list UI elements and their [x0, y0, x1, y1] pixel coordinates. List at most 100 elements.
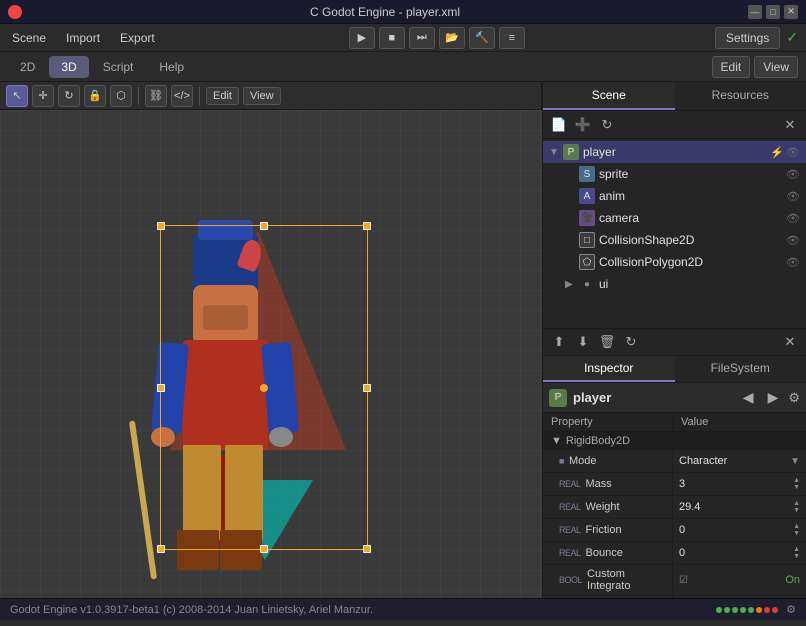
build-button[interactable]: 🔨 [469, 27, 495, 49]
window-title: C Godot Engine - player.xml [22, 5, 748, 19]
close-scene-btn[interactable]: ✕ [780, 332, 800, 352]
rigidbody2d-section[interactable]: ▼ RigidBody2D [543, 432, 806, 450]
value-custint: On [785, 574, 800, 586]
bounce-spinbox[interactable]: ▲ ▼ [793, 546, 800, 560]
scene-resource-tabs: Scene Resources [543, 82, 806, 111]
tree-item-anim[interactable]: A anim 👁 [543, 185, 806, 207]
dot-green [716, 607, 722, 613]
tree-item-camera[interactable]: 🎥 camera 👁 [543, 207, 806, 229]
play-button[interactable]: ▶ [349, 27, 375, 49]
friction-down[interactable]: ▼ [793, 530, 800, 537]
select-tool[interactable]: ↖ [6, 85, 28, 107]
dropdown-arrow[interactable]: ▼ [790, 456, 800, 467]
minimize-button[interactable]: — [748, 5, 762, 19]
friction-up[interactable]: ▲ [793, 523, 800, 530]
tree-item-sprite[interactable]: S sprite 👁 [543, 163, 806, 185]
status-bar: Godot Engine v1.0.3917-beta1 (c) 2008-20… [0, 598, 806, 620]
edit-menu[interactable]: Edit [712, 56, 751, 78]
scene-toolbar: 📄 ➕ ↻ ✕ [543, 111, 806, 139]
mass-spinbox[interactable]: ▲ ▼ [793, 477, 800, 491]
view-button[interactable]: View [243, 87, 281, 105]
friction-spinbox[interactable]: ▲ ▼ [793, 523, 800, 537]
tab-2d[interactable]: 2D [8, 56, 47, 78]
lock-tool[interactable]: 🔒 [84, 85, 106, 107]
toolbar-divider2 [199, 87, 200, 105]
dot-green5 [748, 607, 754, 613]
view-menu[interactable]: View [754, 56, 798, 78]
edit-button[interactable]: Edit [206, 87, 239, 105]
settings-button[interactable]: Settings [715, 27, 780, 49]
tab-help[interactable]: Help [147, 56, 196, 78]
eye-icon-sprite[interactable]: 👁 [786, 168, 800, 181]
mass-down[interactable]: ▼ [793, 484, 800, 491]
tab-script[interactable]: Script [91, 56, 146, 78]
tree-item-ui[interactable]: ▶ ● ui [543, 273, 806, 295]
label-custint: Custom Integrato [587, 568, 666, 592]
rotate-tool[interactable]: ↻ [58, 85, 80, 107]
status-gear-icon[interactable]: ⚙ [786, 603, 796, 616]
section-arrow: ▼ [551, 435, 562, 447]
bounce-up[interactable]: ▲ [793, 546, 800, 553]
char-hand-right [269, 427, 293, 447]
bounce-down[interactable]: ▼ [793, 553, 800, 560]
weight-down[interactable]: ▼ [793, 507, 800, 514]
tree-arrow-ui: ▶ [565, 279, 575, 290]
move-down-btn[interactable]: ⬇ [573, 332, 593, 352]
value-mass: 3 [679, 478, 685, 490]
eye-icon-cpoly[interactable]: 👁 [786, 256, 800, 269]
open-button[interactable]: 📂 [439, 27, 465, 49]
move-up-btn[interactable]: ⬆ [549, 332, 569, 352]
gear-icon[interactable]: ⚙ [788, 390, 800, 406]
add-node-btn[interactable]: ➕ [573, 115, 593, 135]
dot-orange [756, 607, 762, 613]
right-panel: Scene Resources 📄 ➕ ↻ ✕ ▼ P player ⚡ 👁 [542, 82, 806, 598]
left-panel: ↖ ✛ ↻ 🔒 ⬡ ⛓ </> Edit View [0, 82, 542, 598]
tree-label-camera: camera [599, 211, 782, 225]
eye-icon-anim[interactable]: 👁 [786, 190, 800, 203]
custint-toggle-off[interactable]: ☑ [679, 575, 688, 586]
dot-green2 [724, 607, 730, 613]
app-icon [8, 5, 22, 19]
unlink-tool[interactable]: ⬡ [110, 85, 132, 107]
menu-button[interactable]: ≡ [499, 27, 525, 49]
mass-up[interactable]: ▲ [793, 477, 800, 484]
stop-button[interactable]: ■ [379, 27, 405, 49]
eye-icon-player[interactable]: 👁 [786, 146, 800, 159]
tree-item-collisionpolygon[interactable]: ⬠ CollisionPolygon2D 👁 [543, 251, 806, 273]
player-type-icon: P [549, 389, 567, 407]
tree-label-cshape: CollisionShape2D [599, 233, 782, 247]
weight-up[interactable]: ▲ [793, 500, 800, 507]
new-scene-btn[interactable]: 📄 [549, 115, 569, 135]
delete-btn[interactable]: 🗑 [597, 332, 617, 352]
step-button[interactable]: ⏭ [409, 27, 435, 49]
link-tool[interactable]: ⛓ [145, 85, 167, 107]
code-tool[interactable]: </> [171, 85, 193, 107]
eye-icon-cshape[interactable]: 👁 [786, 234, 800, 247]
tab-inspector[interactable]: Inspector [543, 356, 675, 382]
nav-prev-button[interactable]: ◀ [739, 387, 758, 408]
nav-next-button[interactable]: ▶ [764, 387, 783, 408]
tab-resources[interactable]: Resources [675, 82, 806, 110]
duplicate-btn[interactable]: ↻ [621, 332, 641, 352]
col-property: Property [543, 413, 673, 431]
canvas-area[interactable] [0, 110, 542, 598]
weight-spinbox[interactable]: ▲ ▼ [793, 500, 800, 514]
move-tool[interactable]: ✛ [32, 85, 54, 107]
tab-3d[interactable]: 3D [49, 56, 88, 78]
character-sprite [165, 235, 285, 575]
tab-scene[interactable]: Scene [543, 82, 675, 110]
close-btn[interactable]: ✕ [780, 115, 800, 135]
tab-filesystem[interactable]: FileSystem [675, 356, 806, 382]
section-label: RigidBody2D [566, 435, 630, 447]
eye-icon-camera[interactable]: 👁 [786, 212, 800, 225]
close-button[interactable]: ✕ [784, 5, 798, 19]
menu-export[interactable]: Export [116, 29, 159, 47]
refresh-btn[interactable]: ↻ [597, 115, 617, 135]
tree-item-collisionshape[interactable]: □ CollisionShape2D 👁 [543, 229, 806, 251]
menu-import[interactable]: Import [62, 29, 104, 47]
prop-mass: REAL Mass 3 ▲ ▼ [543, 473, 806, 496]
maximize-button[interactable]: □ [766, 5, 780, 19]
menu-scene[interactable]: Scene [8, 29, 50, 47]
tree-item-player[interactable]: ▼ P player ⚡ 👁 [543, 141, 806, 163]
value-mode: Character [679, 455, 727, 467]
